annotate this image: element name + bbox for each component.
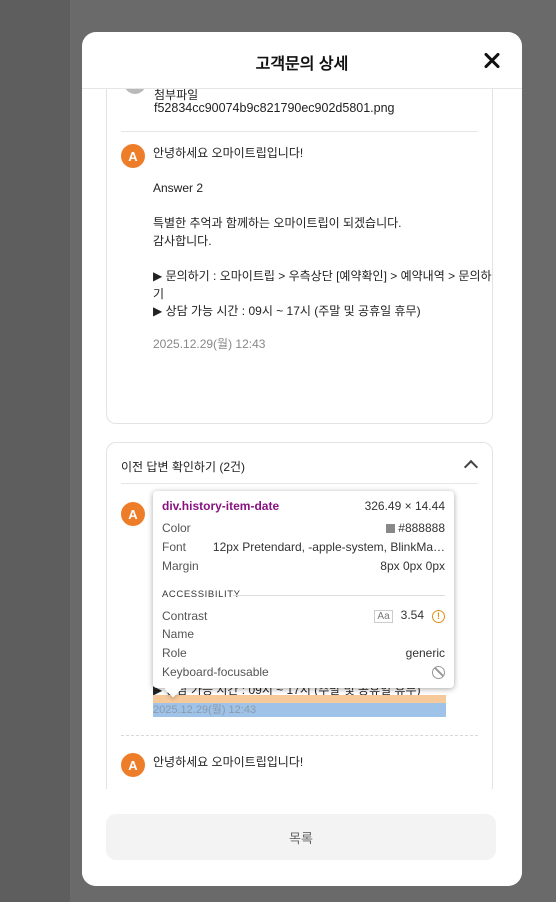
history-item-date-margin-highlight <box>153 695 446 703</box>
tooltip-role-label: Role <box>162 646 187 660</box>
answer-text: 안녕하세요 오마이트립입니다! Answer 2 특별한 추억과 함께하는 오마… <box>153 146 492 319</box>
tooltip-size: 326.49 × 14.44 <box>364 499 445 513</box>
modal-title: 고객문의 상세 <box>255 56 349 73</box>
answer-avatar: A <box>121 144 145 168</box>
tooltip-font-value: 12px Pretendard, -apple-system, BlinkMa… <box>212 540 445 554</box>
divider <box>121 483 478 484</box>
tooltip-color-label: Color <box>162 521 191 535</box>
inspector-tooltip: div.history-item-date 326.49 × 14.44 Col… <box>153 491 454 688</box>
close-icon[interactable] <box>480 48 504 72</box>
history-item-avatar: A <box>121 753 145 777</box>
tooltip-contrast-ratio: 3.54 <box>400 608 424 622</box>
tooltip-contrast-value: Aa 3.54! <box>374 608 445 623</box>
attachment-filename[interactable]: f52834cc90074b9c821790ec902d5801.png <box>154 101 395 115</box>
list-button[interactable]: 목록 <box>106 814 496 860</box>
chevron-up-icon[interactable] <box>464 458 478 472</box>
warning-icon: ! <box>432 610 445 623</box>
tooltip-role-value: generic <box>405 646 445 660</box>
history-toggle-label[interactable]: 이전 답변 확인하기 (2건) <box>121 458 245 475</box>
modal-footer: 목록 <box>82 789 522 886</box>
answer-date: 2025.12.29(월) 12:43 <box>153 337 266 351</box>
divider <box>233 595 445 596</box>
tooltip-selector: div.history-item-date <box>162 499 280 513</box>
tooltip-font-label: Font <box>162 540 187 554</box>
tooltip-margin-value: 8px 0px 0px <box>380 559 445 573</box>
history-item-text: 안녕하세요 오마이트립입니다! Answer 1 <box>153 755 304 769</box>
color-swatch-icon <box>386 524 396 533</box>
tooltip-name-label: Name <box>162 627 195 641</box>
answer-card: 첨부파일 f52834cc90074b9c821790ec902d5801.pn… <box>106 89 493 424</box>
tooltip-accessibility-heading: ACCESSIBILITY <box>162 589 241 600</box>
history-item-avatar: A <box>121 502 145 526</box>
modal-body[interactable]: 첨부파일 f52834cc90074b9c821790ec902d5801.pn… <box>82 89 522 789</box>
inquiry-detail-modal: 고객문의 상세 첨부파일 f52834cc90074b9c821790ec902… <box>82 32 522 886</box>
tooltip-color-value: #888888 <box>386 521 445 535</box>
tooltip-keyboard-label: Keyboard-focusable <box>162 665 269 679</box>
tooltip-contrast-label: Contrast <box>162 608 208 623</box>
modal-header: 고객문의 상세 <box>82 32 522 89</box>
attachment-avatar <box>124 89 146 94</box>
tooltip-margin-label: Margin <box>162 559 199 573</box>
history-item-date: 2025.12.29(월) 12:43 <box>153 703 446 717</box>
tooltip-color-text: #888888 <box>398 521 445 535</box>
divider <box>121 131 478 132</box>
not-focusable-icon <box>432 665 445 679</box>
dashed-divider <box>121 735 478 736</box>
contrast-aa-badge: Aa <box>374 610 393 623</box>
